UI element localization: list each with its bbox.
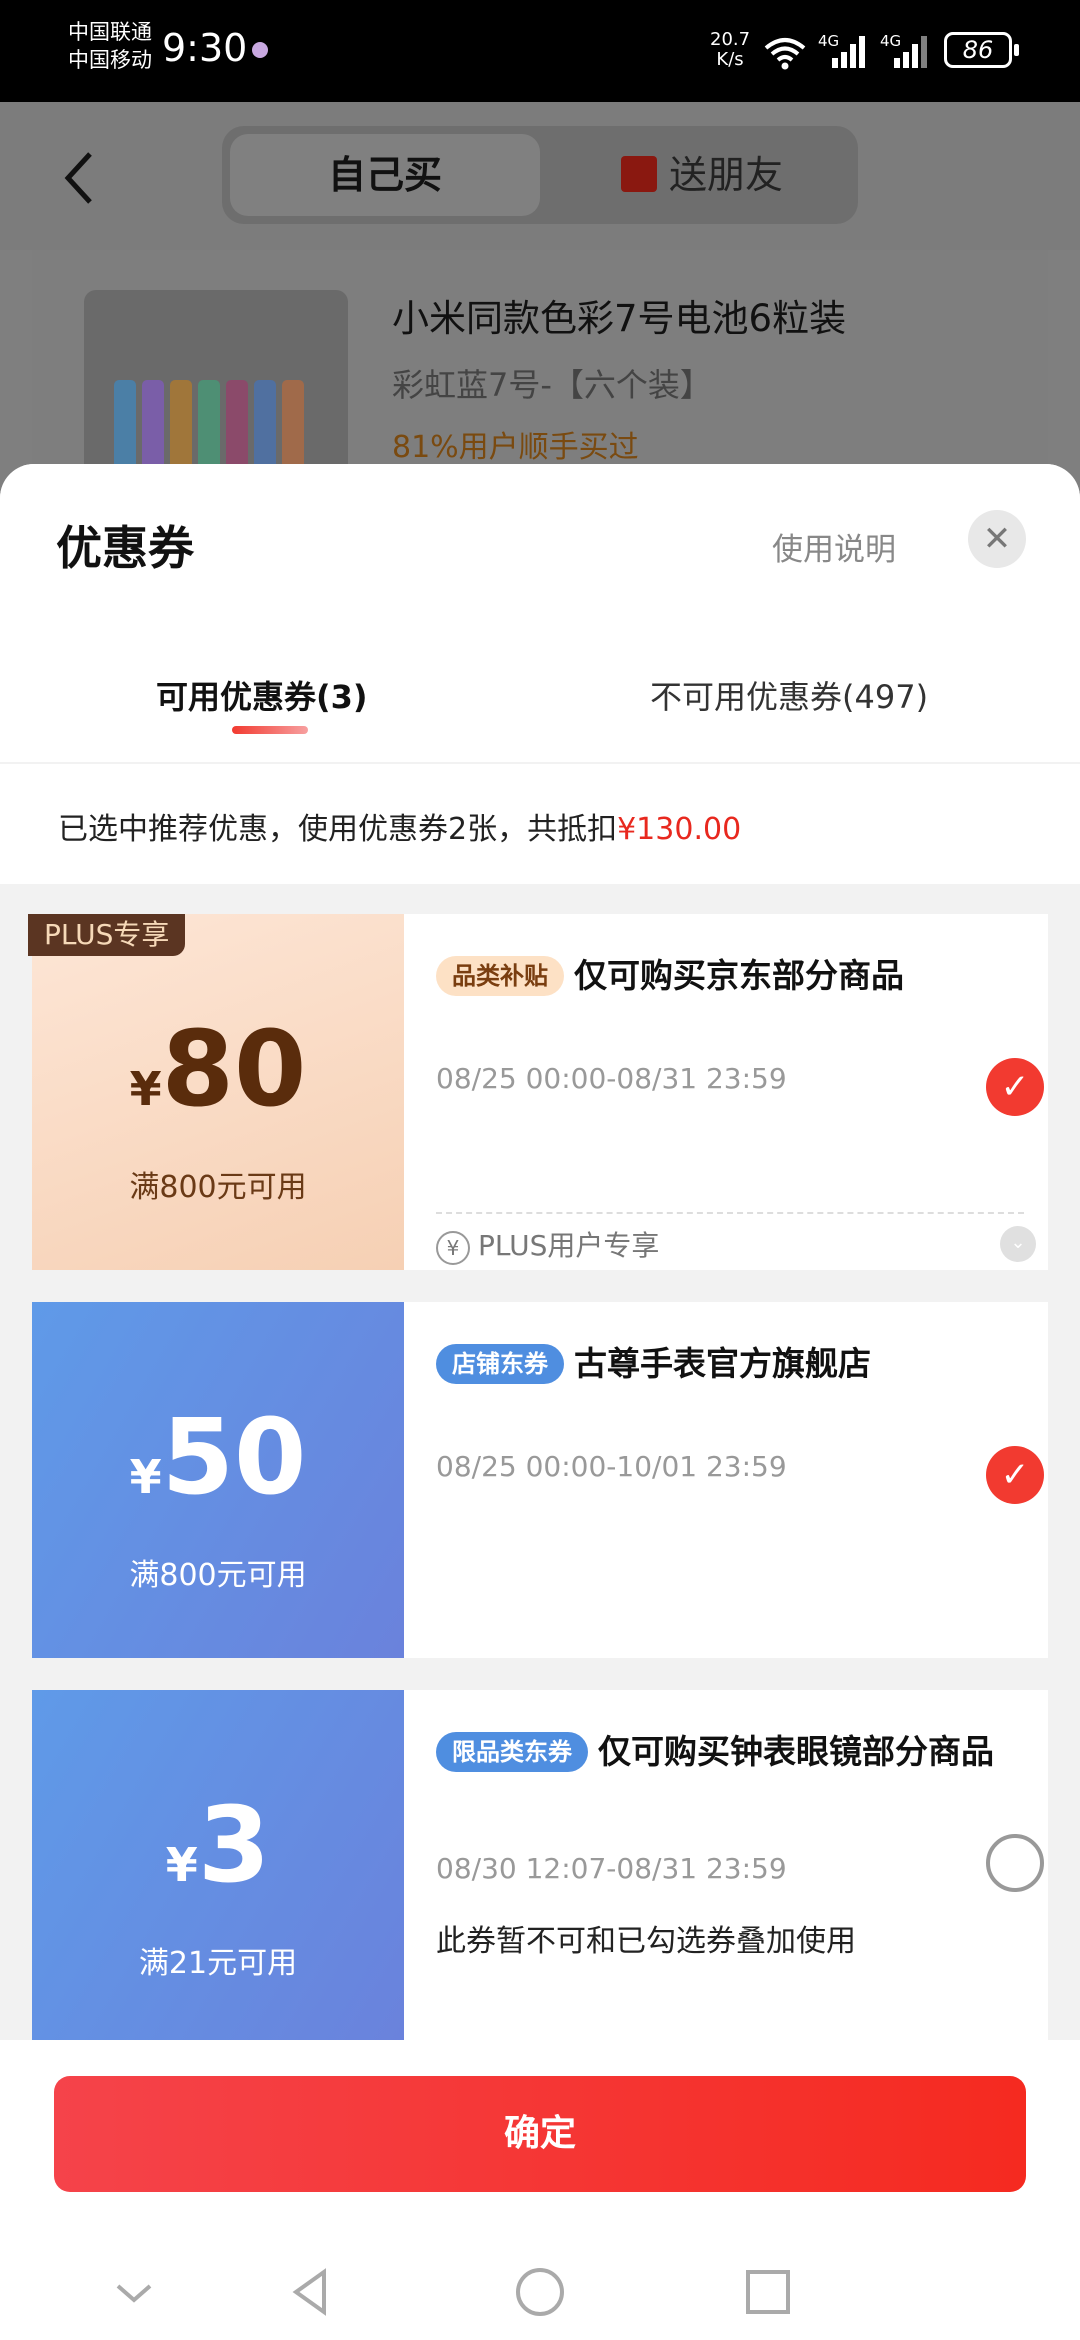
currency-symbol: ¥ [129,1062,162,1116]
coupon-amount-value: 3 [197,1784,271,1906]
product-bought-rate: 81%用户顺手买过 [392,430,639,465]
selection-summary-bar: 已选中推荐优惠，使用优惠券2张，共抵扣¥130.00 [0,764,1080,884]
page-top-bar: 自己买 送朋友 [0,102,1080,250]
yen-circle-icon: ¥ [436,1231,470,1265]
signal-2-label: 4G [880,32,902,50]
chevron-down-icon[interactable]: ⌄ [1000,1226,1036,1262]
coupon-card[interactable]: ¥50 满800元可用 店铺东券 古尊手表官方旗舰店 08/25 00:00-10… [26,1302,1048,1658]
usage-instructions-link[interactable]: 使用说明 [772,524,896,569]
battery-icon: 86 [944,32,1019,68]
coupon-amount: ¥80 [32,1008,404,1130]
network-speed-value: 20.7 [710,29,751,50]
coupon-title: 古尊手表官方旗舰店 [574,1343,871,1383]
coupon-validity: 08/25 00:00-08/31 23:59 [436,1062,787,1095]
currency-symbol: ¥ [165,1838,198,1892]
status-bar: 中国联通 中国移动 9:30 20.7 K/s 4G 4G 86 [0,0,1080,102]
coupon-value-panel: ¥50 满800元可用 [26,1302,404,1658]
coupon-card[interactable]: PLUS专享 ¥80 满800元可用 品类补贴 仅可购买京东部分商品 08/25 … [26,914,1048,1270]
gift-icon [620,155,657,192]
coupon-card[interactable]: ¥3 满21元可用 限品类东券 仅可购买钟表眼镜部分商品 08/30 12:07-… [26,1690,1048,2046]
active-tab-indicator [232,726,308,734]
coupon-title-row: 限品类东券 仅可购买钟表眼镜部分商品 [436,1722,1006,1780]
coupon-title: 仅可购买钟表眼镜部分商品 [598,1731,994,1771]
coupon-validity: 08/25 00:00-10/01 23:59 [436,1450,787,1483]
tab-self-buy[interactable]: 自己买 [230,134,540,216]
checkmark-icon[interactable]: ✓ [986,1446,1044,1504]
radio-unselected-icon[interactable] [986,1834,1044,1892]
coupon-value-panel: ¥3 满21元可用 [26,1690,404,2046]
selection-summary: 已选中推荐优惠，使用优惠券2张，共抵扣¥130.00 [58,804,741,848]
coupon-condition: 满800元可用 [129,1170,307,1205]
purchase-mode-switch: 自己买 送朋友 [222,126,858,224]
sheet-title: 优惠券 [56,521,194,575]
carrier-2: 中国移动 [68,48,152,72]
screen: 中国联通 中国移动 9:30 20.7 K/s 4G 4G 86 自己买 送朋友… [0,0,1080,2340]
coupon-title: 仅可购买京东部分商品 [574,955,904,995]
sheet-header: 优惠券 使用说明 ✕ 可用优惠券(3) 不可用优惠券(497) [0,464,1080,762]
square-recent-icon[interactable] [738,2262,798,2322]
signal-2-icon: 4G [880,32,930,72]
signal-1-label: 4G [818,32,840,50]
signal-1-icon: 4G [818,32,868,72]
currency-symbol: ¥ [129,1450,162,1504]
circle-home-icon[interactable] [510,2262,570,2322]
coupon-tag: 限品类东券 [436,1731,588,1772]
coupon-amount: ¥3 [32,1784,404,1906]
coupon-validity: 08/30 12:07-08/31 23:59 [436,1852,787,1885]
coupon-stack-note: 此券暂不可和已勾选券叠加使用 [436,1924,856,1959]
tab-gift-friend[interactable]: 送朋友 [552,134,852,216]
coupon-title-row: 品类补贴 仅可购买京东部分商品 [436,946,1006,1004]
tab-unavailable-coupons[interactable]: 不可用优惠券(497) [650,672,928,718]
tab-available-coupons[interactable]: 可用优惠券(3) [156,672,368,718]
plus-user-text: PLUS用户专享 [478,1229,660,1262]
plus-user-note: ¥ PLUS用户专享 [436,1224,659,1265]
clock: 9:30 [162,26,248,70]
coupon-details: 品类补贴 仅可购买京东部分商品 08/25 00:00-08/31 23:59 ✓… [436,914,1044,1270]
checkmark-icon[interactable]: ✓ [986,1058,1044,1116]
close-icon[interactable]: ✕ [968,510,1026,568]
wifi-icon [764,38,806,70]
network-speed-unit: K/s [716,49,744,70]
coupon-tag: 品类补贴 [436,955,564,996]
coupon-condition: 满21元可用 [138,1946,298,1981]
carrier-1: 中国联通 [68,20,152,44]
coupon-value-panel: PLUS专享 ¥80 满800元可用 [26,914,404,1270]
coupon-amount-value: 80 [161,1008,307,1130]
summary-amount: ¥130.00 [617,812,742,847]
coupon-details: 店铺东券 古尊手表官方旗舰店 08/25 00:00-10/01 23:59 ✓ [436,1302,1044,1658]
chevron-down-icon[interactable] [104,2262,164,2322]
notification-dot-icon [252,42,268,58]
coupon-amount: ¥50 [32,1396,404,1518]
plus-exclusive-badge: PLUS专享 [28,914,186,956]
coupon-details: 限品类东券 仅可购买钟表眼镜部分商品 08/30 12:07-08/31 23:5… [436,1690,1044,2046]
product-variant: 彩虹蓝7号-【六个装】 [392,366,712,404]
coupon-amount-value: 50 [161,1396,307,1518]
confirm-button[interactable]: 确定 [54,2076,1026,2192]
tab-gift-label: 送朋友 [668,153,783,197]
back-arrow-icon[interactable] [60,148,100,208]
coupon-title-row: 店铺东券 古尊手表官方旗舰店 [436,1334,1006,1392]
triangle-back-icon[interactable] [282,2262,342,2322]
divider [436,1212,1024,1214]
product-title: 小米同款色彩7号电池6粒装 [392,297,847,340]
network-speed: 20.7 K/s [710,30,750,70]
carrier-labels: 中国联通 中国移动 [68,18,152,74]
summary-text: 已选中推荐优惠，使用优惠券2张，共抵扣 [58,812,618,847]
coupon-condition: 满800元可用 [129,1558,307,1593]
coupon-tag: 店铺东券 [436,1343,564,1384]
sheet-footer: 确定 [0,2040,1080,2340]
